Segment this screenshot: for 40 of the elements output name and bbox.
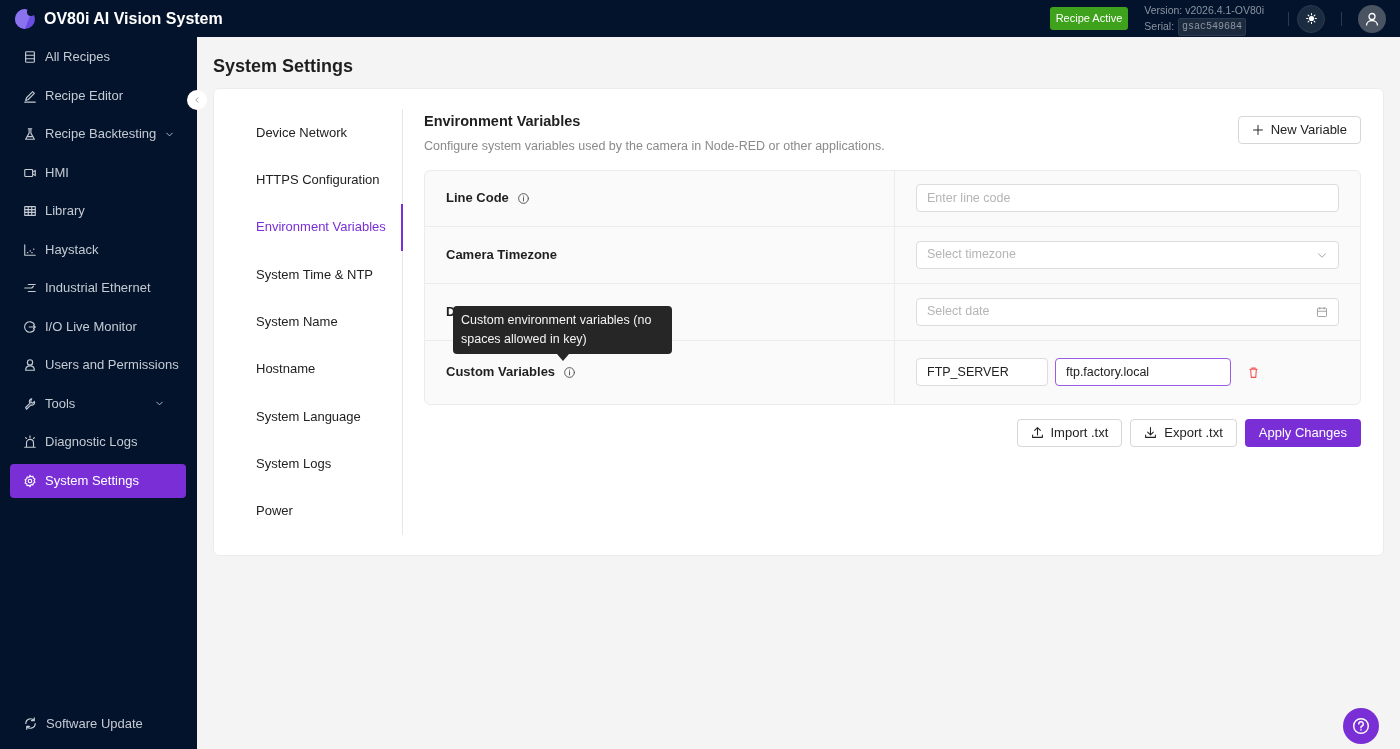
sidebar-item[interactable]: Recipe Editor bbox=[10, 78, 186, 113]
settings-nav-item[interactable]: System Language bbox=[214, 392, 402, 441]
sidebar-item[interactable]: Software Update bbox=[10, 706, 186, 741]
variable-key-field[interactable]: FTP_SERVER bbox=[916, 358, 1048, 386]
sidebar-item[interactable]: Diagnostic Logs bbox=[10, 425, 186, 459]
section-title: Environment Variables bbox=[424, 112, 582, 131]
sidebar-item[interactable]: All Recipes bbox=[10, 40, 186, 74]
page-title: System Settings bbox=[213, 55, 355, 78]
export-button[interactable]: Export .txt bbox=[1130, 418, 1237, 447]
app-title: OV80i AI Vision System bbox=[44, 8, 223, 29]
settings-nav-item[interactable]: Device Network bbox=[214, 109, 402, 157]
field-label: Camera Timezone bbox=[446, 245, 558, 264]
settings-nav-item[interactable]: System Time & NTP bbox=[214, 250, 402, 299]
sidebar-item[interactable]: Library bbox=[10, 194, 186, 228]
sidebar-item[interactable]: Industrial Ethernet bbox=[10, 271, 186, 305]
sidebar-item[interactable]: Haystack bbox=[10, 232, 186, 267]
serial-label: Serial: bbox=[1144, 18, 1175, 34]
settings-nav-item[interactable]: System Name bbox=[214, 298, 402, 346]
settings-nav-item[interactable]: Power bbox=[214, 487, 402, 535]
sidebar-item[interactable]: Tools bbox=[10, 386, 186, 421]
section-description: Configure system variables used by the camera in Node-RED or other applications. bbox=[424, 137, 885, 155]
new-variable-button[interactable]: New Variable bbox=[1237, 116, 1361, 144]
status-badge: Recipe Active bbox=[1049, 7, 1129, 30]
apply-changes-button[interactable]: Apply Changes bbox=[1244, 418, 1361, 447]
version-text: Version: v2026.4.1-OV80i bbox=[1144, 2, 1264, 18]
sidebar-item[interactable]: Users and Permissions bbox=[10, 348, 186, 382]
serial-number: gsac549684 bbox=[1178, 17, 1247, 36]
sidebar-item[interactable]: I/O Live Monitor bbox=[10, 309, 186, 344]
field-label: Custom Variables bbox=[446, 363, 556, 382]
import-button[interactable]: Import .txt bbox=[1016, 418, 1123, 447]
sidebar-item[interactable]: Recipe Backtesting bbox=[10, 117, 186, 151]
sidebar-item[interactable]: System Settings bbox=[10, 463, 186, 498]
settings-nav-item[interactable]: System Logs bbox=[214, 440, 402, 488]
settings-nav-item[interactable]: Environment Variables bbox=[214, 203, 403, 251]
line-code-field[interactable]: Enter line code bbox=[916, 184, 1339, 212]
sidebar-item[interactable]: HMI bbox=[10, 155, 186, 190]
variable-value-field[interactable]: ftp.factory.local bbox=[1055, 358, 1231, 386]
settings-nav-item[interactable]: HTTPS Configuration bbox=[214, 156, 402, 204]
settings-nav-item[interactable]: Hostname bbox=[214, 345, 402, 393]
field-label: Line Code bbox=[446, 189, 509, 208]
